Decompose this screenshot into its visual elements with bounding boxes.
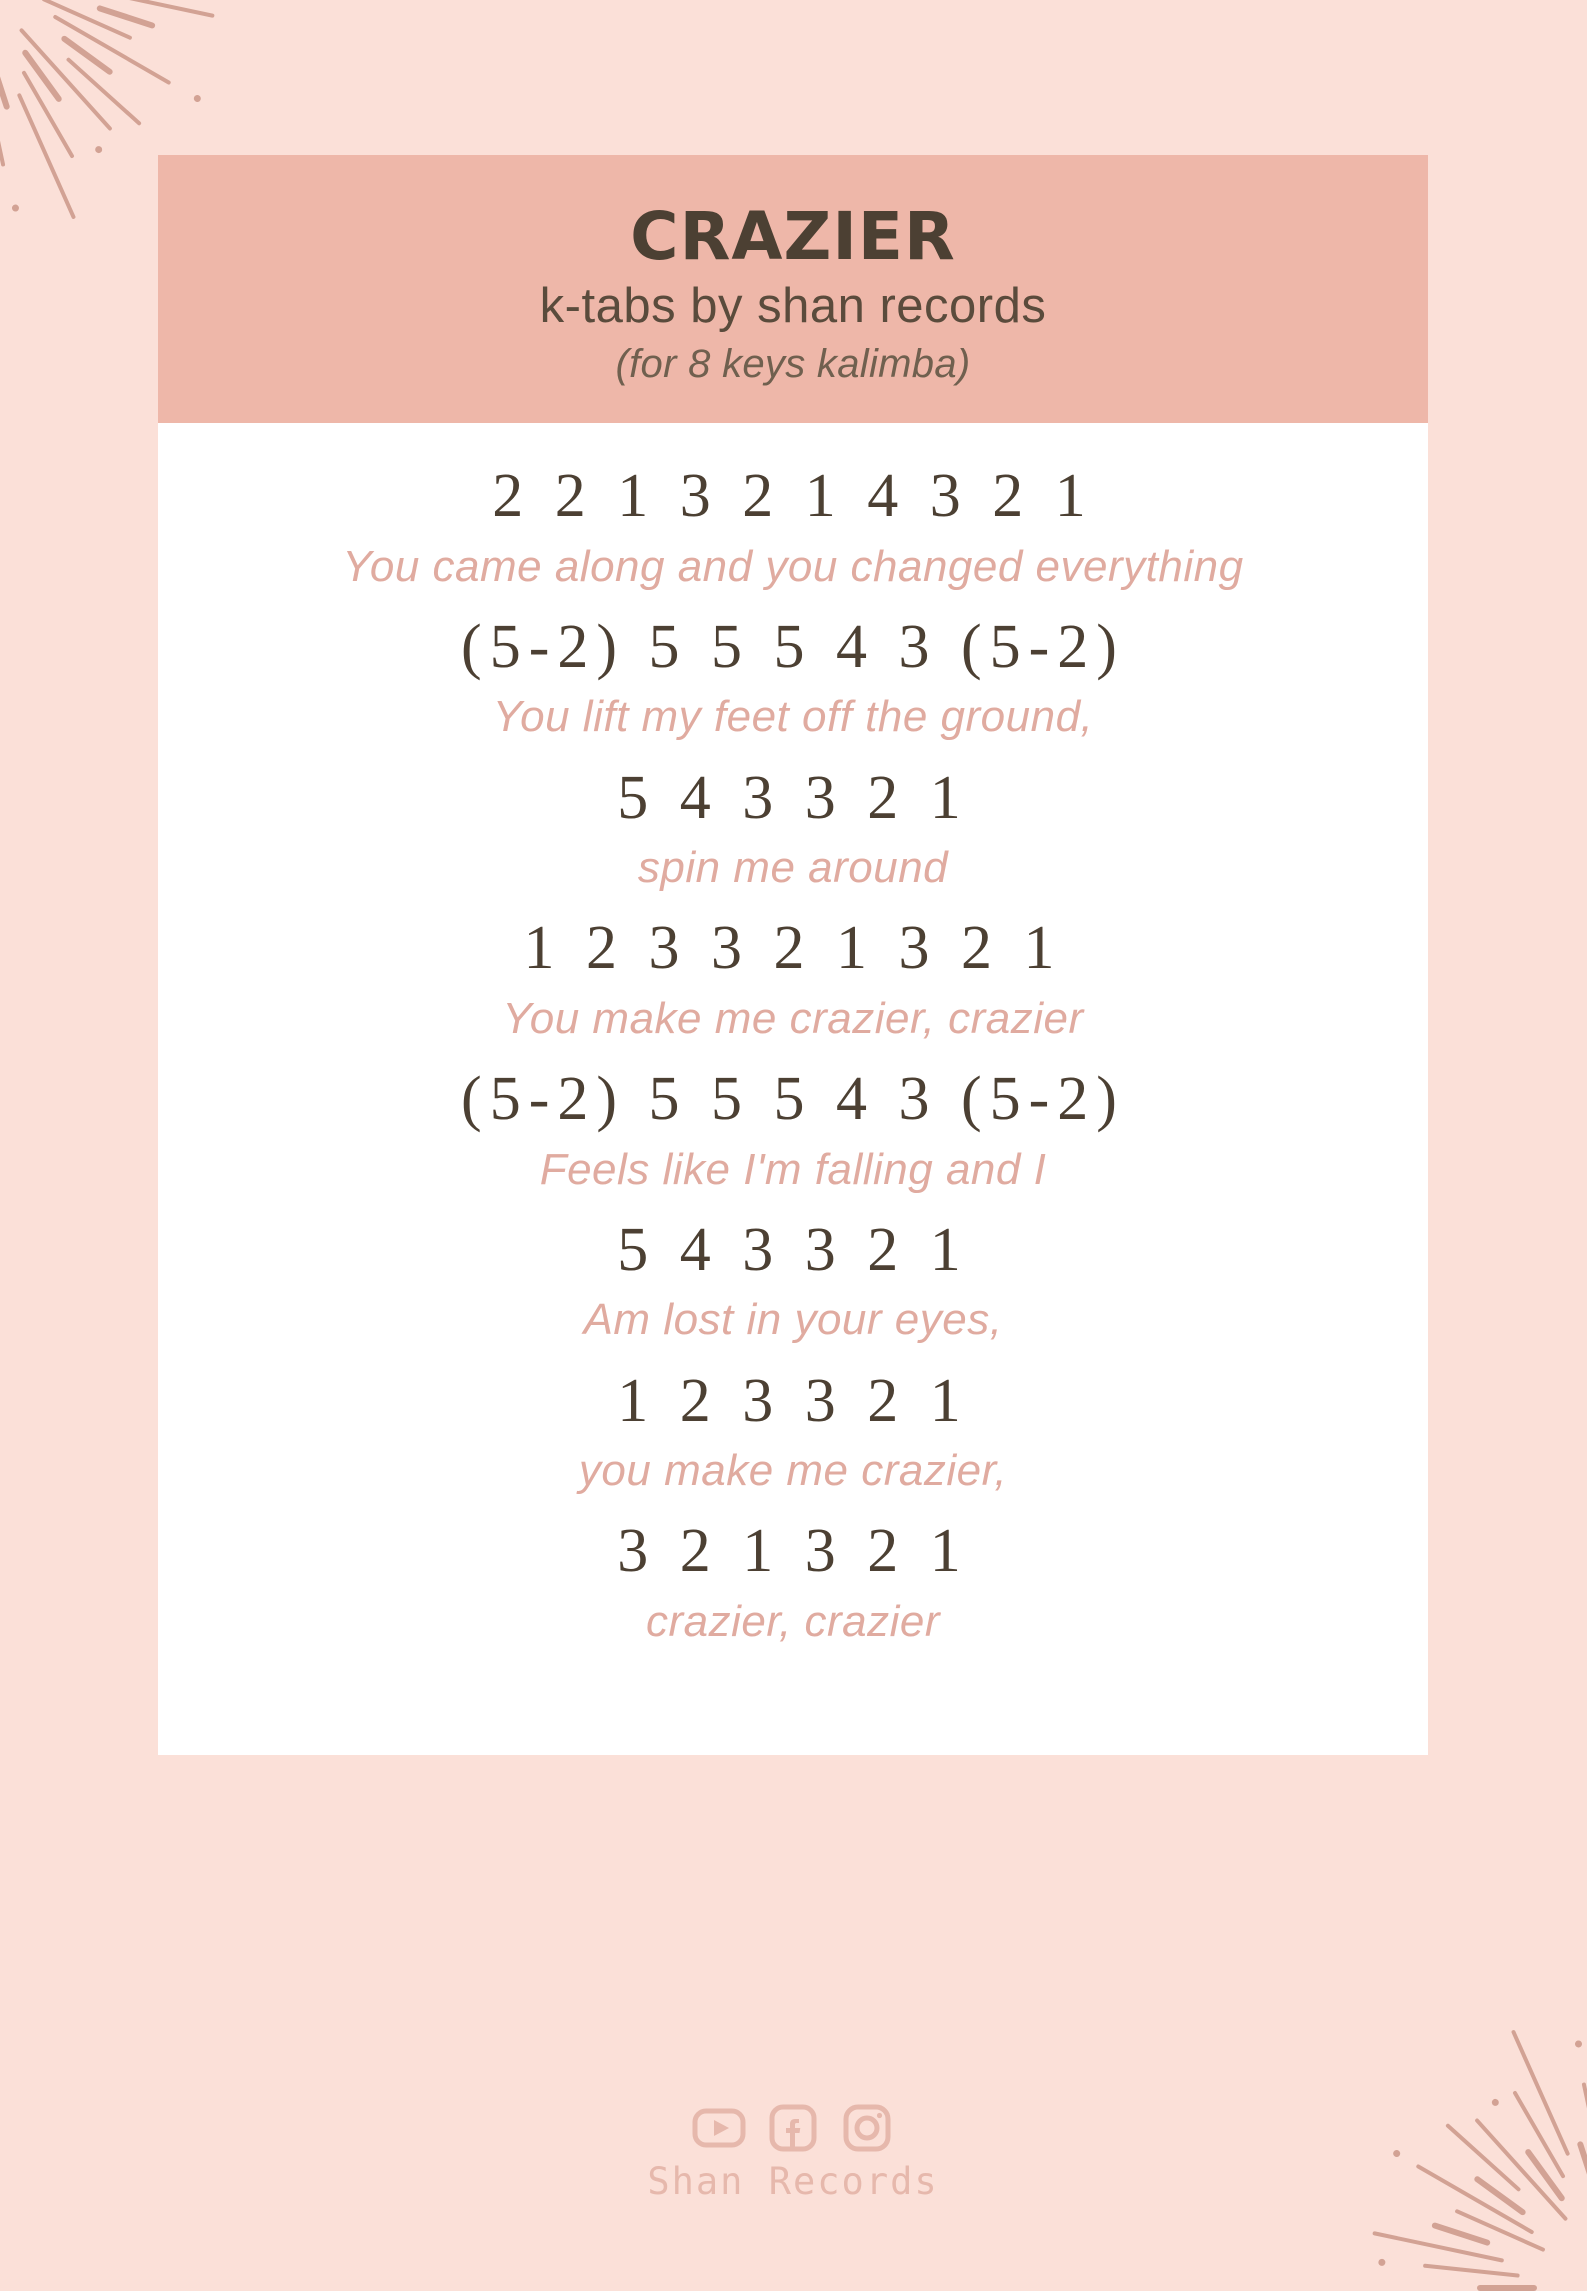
page-title: CRAZIER <box>630 198 956 275</box>
sunburst-ray <box>82 0 215 19</box>
tab-notation-line: 1 2 3 3 2 1 <box>617 1366 969 1435</box>
sunburst-ray <box>1581 2082 1587 2182</box>
sunburst-ray <box>1473 2175 1527 2217</box>
tab-notation-line: 5 4 3 3 2 1 <box>617 1215 969 1284</box>
sunburst-ray <box>60 34 114 76</box>
tab-notation-line: 2 2 1 3 2 1 4 3 2 1 <box>492 462 1094 531</box>
sunburst-ray <box>1415 2163 1535 2235</box>
sunburst-ray <box>21 70 75 159</box>
facebook-icon[interactable] <box>765 2100 821 2156</box>
sunburst-ray <box>1422 2263 1520 2278</box>
sunburst-ray <box>1510 2029 1571 2157</box>
sunburst-ray <box>96 4 156 30</box>
sunburst-ray <box>1477 2285 1537 2291</box>
brand-name: Shan Records <box>647 2160 939 2203</box>
lyric-line: You lift my feet off the ground, <box>492 692 1094 742</box>
youtube-icon[interactable] <box>691 2100 747 2156</box>
sunburst-ray <box>1474 2117 1569 2222</box>
footer: Shan Records <box>158 2100 1428 2203</box>
sunburst-ray <box>1445 2122 1522 2193</box>
sunburst-ray <box>21 48 63 104</box>
sunburst-ray <box>1372 2230 1505 2263</box>
sunburst-ray <box>0 47 11 111</box>
sunburst-ray <box>41 0 133 41</box>
song-instrument-note: (for 8 keys kalimba) <box>615 342 971 387</box>
song-credit: k-tabs by shan records <box>539 279 1047 334</box>
tab-lines-container: 2 2 1 3 2 1 4 3 2 1 You came along and yo… <box>158 423 1428 1756</box>
tab-notation-line: 5 4 3 3 2 1 <box>617 763 969 832</box>
lyric-line: you make me crazier, <box>578 1446 1008 1496</box>
lyric-line: Feels like I'm falling and I <box>539 1144 1047 1194</box>
lyric-line: Am lost in your eyes, <box>583 1295 1003 1345</box>
sunburst-dot <box>192 93 203 104</box>
sunburst-ray <box>0 67 6 167</box>
sunburst-ray <box>18 27 113 132</box>
sunburst-ray <box>52 14 172 86</box>
lyric-line: spin me around <box>637 843 949 893</box>
instagram-icon[interactable] <box>839 2100 895 2156</box>
sunburst-ray <box>16 92 77 220</box>
sunburst-dot <box>1574 2039 1583 2049</box>
sunburst-ray <box>1454 2208 1546 2253</box>
sunburst-ray <box>1576 2140 1587 2204</box>
tab-notation-line: 1 2 3 3 2 1 3 2 1 <box>523 914 1063 983</box>
sunburst-dot <box>11 203 20 213</box>
lyric-line: You make me crazier, crazier <box>502 993 1084 1043</box>
sunburst-ray <box>1431 2221 1491 2247</box>
sunburst-dot <box>1378 2258 1386 2267</box>
lyric-line: crazier, crazier <box>645 1596 941 1646</box>
sunburst-ray <box>1524 2147 1566 2203</box>
sunburst-dot <box>93 144 104 155</box>
tab-notation-line: (5-2) 5 5 5 4 3 (5-2) <box>461 1065 1125 1134</box>
lyric-line: You came along and you changed everythin… <box>342 541 1244 591</box>
sunburst-dot <box>1490 2097 1501 2108</box>
tab-notation-line: (5-2) 5 5 5 4 3 (5-2) <box>461 612 1125 681</box>
sheet-header: CRAZIER k-tabs by shan records (for 8 ke… <box>158 155 1428 424</box>
sunburst-ray <box>1512 2090 1566 2179</box>
social-links-row <box>158 2100 1428 2156</box>
tab-notation-line: 3 2 1 3 2 1 <box>617 1517 969 1586</box>
sunburst-ray <box>65 56 142 127</box>
tab-sheet-card: CRAZIER k-tabs by shan records (for 8 ke… <box>158 155 1428 1756</box>
